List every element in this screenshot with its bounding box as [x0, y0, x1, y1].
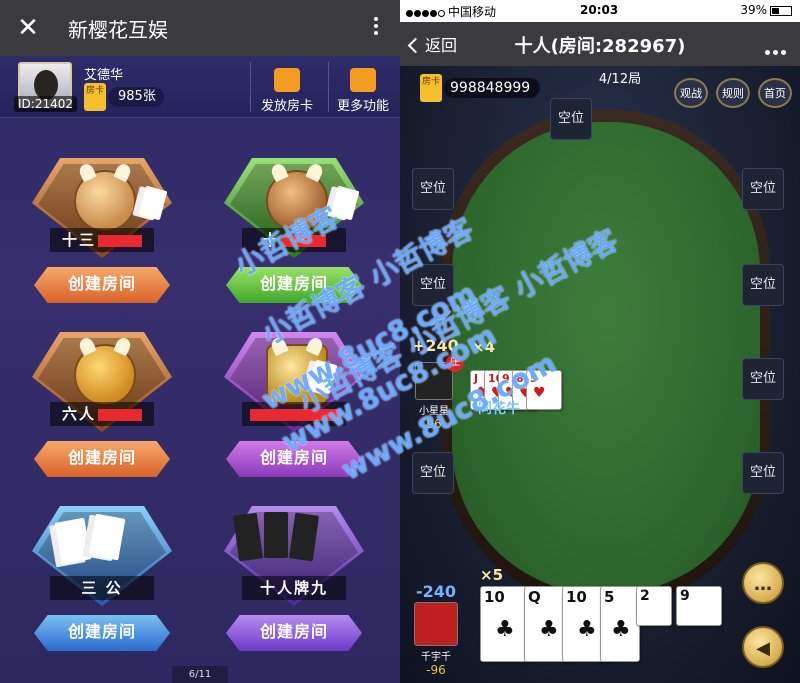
bet-multiplier: ×5 [480, 566, 504, 584]
spectate-button[interactable]: 观战 [674, 78, 708, 108]
room-card-icon: 房卡 [84, 83, 106, 111]
card-suit: ♣ [611, 617, 631, 642]
card-rank: 10 [484, 588, 505, 606]
room-title: 十人(房间:282967) [514, 36, 686, 57]
battery-icon [770, 5, 792, 16]
domino-tile-icon [264, 512, 288, 558]
chat-button[interactable]: … [742, 562, 784, 604]
game-name: 六人 [50, 402, 154, 426]
card-rank: 10 [566, 588, 587, 606]
divider [250, 62, 251, 112]
score-delta: -240 [416, 582, 457, 601]
empty-seat[interactable]: 空位 [742, 168, 784, 210]
page-title: 新樱花互娱 [68, 18, 168, 42]
more-options-icon[interactable] [762, 40, 786, 59]
playing-card[interactable]: 10 ♣ [480, 586, 528, 662]
empty-seat[interactable]: 空位 [550, 98, 592, 140]
user-card-icon [350, 68, 376, 92]
battery-indicator: 39% [740, 3, 792, 17]
card-suit: ♣ [495, 617, 515, 642]
more-functions-button[interactable]: 更多功能 [328, 62, 398, 118]
game-name: 三 公 [50, 576, 154, 600]
more-options-icon[interactable] [372, 14, 380, 42]
back-label: 返回 [425, 36, 458, 55]
lobby-panel: ✕ 新樱花互娱 ID:21402 艾德华 房卡 985张 发放房卡 更多功能 十… [0, 0, 400, 683]
empty-seat[interactable]: 空位 [742, 358, 784, 400]
game-table [452, 122, 760, 594]
rules-button[interactable]: 规则 [716, 78, 750, 108]
create-room-button[interactable]: 创建房间 [226, 615, 362, 651]
round-indicator: 4/12局 [598, 72, 642, 87]
avatar [414, 602, 458, 646]
card-suit: ♣ [577, 617, 597, 642]
player-name: 千宇千 [421, 652, 451, 663]
card-rank: Q [528, 588, 541, 606]
back-button[interactable]: 返回 [407, 32, 458, 56]
distribute-card-button[interactable]: 发放房卡 [252, 62, 322, 118]
card-suit: ♣ [539, 617, 559, 642]
create-room-button[interactable]: 创建房间 [34, 441, 170, 477]
close-icon[interactable]: ✕ [12, 12, 44, 44]
game-name-text: 六人 [61, 405, 96, 423]
card-rank: 2 [640, 588, 650, 604]
game-card-shiren-paijiu[interactable]: 十人牌九 创建房间 [214, 506, 374, 664]
empty-seat[interactable]: 空位 [412, 452, 454, 494]
bull-mascot-icon [74, 170, 136, 232]
battery-percent: 39% [740, 3, 767, 17]
room-card-count: 998848999 [444, 78, 540, 98]
home-button[interactable]: 首页 [758, 78, 792, 108]
card-rank: 9 [680, 588, 690, 604]
carrier-name: 中国移动 [448, 5, 497, 19]
game-name: 十人牌九 [242, 576, 346, 600]
redaction-mark [98, 234, 142, 247]
game-card-liuren[interactable]: 六人 创建房间 [22, 332, 182, 490]
status-bar: 中国移动 20:03 39% [400, 0, 800, 22]
sound-icon[interactable]: ◀ [742, 626, 784, 668]
room-navbar: 十人(房间:282967) 返回 [400, 22, 800, 66]
room-card-count: 985张 [108, 87, 164, 107]
card-rank: 5 [604, 588, 615, 606]
lobby-topbar: ✕ 新樱花互娱 [0, 0, 400, 56]
empty-seat[interactable]: 空位 [742, 264, 784, 306]
playing-card[interactable]: 5 ♣ [600, 586, 640, 662]
game-name: 十三 [50, 228, 154, 252]
game-name-text: 十三 [61, 231, 96, 249]
player-seat[interactable]: 千宇千 -96 [412, 602, 460, 677]
playing-card[interactable]: 2 [636, 586, 672, 626]
more-functions-label: 更多功能 [336, 99, 389, 114]
distribute-card-label: 发放房卡 [260, 99, 313, 114]
playing-card[interactable]: 9 [676, 586, 722, 626]
clock: 20:03 [580, 3, 619, 17]
user-name: 艾德华 [84, 68, 124, 83]
game-card-sangong[interactable]: 三 公 创建房间 [22, 506, 182, 664]
user-id: ID:21402 [14, 96, 77, 112]
bull-mascot-icon [74, 344, 136, 406]
redaction-mark [98, 408, 142, 421]
create-room-button[interactable]: 创建房间 [34, 267, 170, 303]
room-card-icon: 房卡 [420, 74, 442, 102]
empty-seat[interactable]: 空位 [412, 168, 454, 210]
game-card-shisan[interactable]: 十三 创建房间 [22, 158, 182, 316]
player-score: -96 [426, 663, 446, 677]
chevron-left-icon [407, 37, 424, 54]
create-room-button[interactable]: 创建房间 [34, 615, 170, 651]
gift-icon [274, 68, 300, 92]
page-indicator: 6/11 [172, 666, 228, 683]
empty-seat[interactable]: 空位 [742, 452, 784, 494]
signal-icon [406, 6, 446, 20]
